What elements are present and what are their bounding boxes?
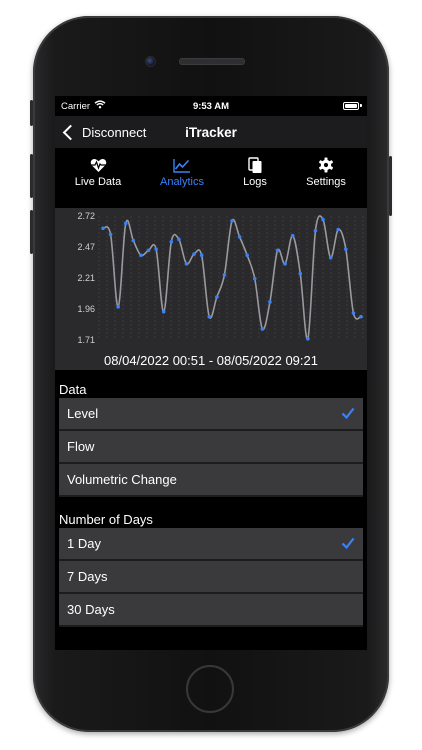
status-bar: Carrier 9:53 AM	[55, 96, 367, 116]
chart-plot: 2.72 2.47 2.21 1.96 1.71	[77, 211, 364, 345]
data-point	[313, 228, 318, 233]
option-7-days[interactable]: 7 Days	[59, 561, 363, 594]
data-point	[184, 262, 189, 266]
tab-settings-label: Settings	[306, 176, 346, 188]
option-volumetric-change-label: Volumetric Change	[67, 472, 177, 487]
data-point	[215, 295, 219, 299]
option-flow-label: Flow	[67, 439, 95, 454]
data-point	[336, 227, 341, 232]
days-section-title: Number of Days	[59, 512, 153, 527]
y-tick-label: 2.72	[77, 211, 95, 221]
data-point	[260, 327, 265, 331]
checkmark-icon	[341, 407, 355, 420]
data-point	[351, 311, 356, 315]
level-chart: 2.72 2.47 2.21 1.96 1.71 08/04/2022 00:51 - …	[55, 208, 367, 370]
document-icon	[216, 156, 294, 174]
data-point	[298, 271, 303, 276]
data-point	[207, 314, 212, 319]
line-chart-icon	[143, 156, 221, 174]
data-point	[245, 253, 249, 258]
y-tick-label: 2.21	[77, 273, 95, 283]
data-point	[161, 309, 166, 314]
data-point	[108, 232, 113, 237]
y-tick-label: 1.71	[77, 335, 95, 345]
navigation-bar: Disconnect iTracker	[55, 116, 367, 148]
option-volumetric-change[interactable]: Volumetric Change	[59, 464, 363, 497]
data-point	[199, 253, 204, 258]
tab-live-data[interactable]: Live Data	[59, 156, 137, 188]
data-point	[230, 219, 234, 223]
data-point	[268, 300, 272, 304]
data-point	[154, 247, 158, 251]
data-options-list: Level Flow Volumetric Change	[59, 398, 363, 497]
option-30-days-label: 30 Days	[67, 602, 115, 617]
data-point	[275, 248, 280, 253]
tab-bar: Live Data Analytics Logs Settings	[55, 148, 367, 204]
data-point	[321, 217, 325, 222]
front-camera	[145, 56, 156, 67]
y-tick-label: 1.96	[77, 304, 95, 314]
status-time: 9:53 AM	[192, 101, 230, 112]
tab-analytics-label: Analytics	[159, 176, 205, 188]
data-point	[139, 253, 143, 258]
volume-up-button	[30, 154, 33, 198]
page-title: iTracker	[185, 125, 237, 140]
mute-switch	[30, 100, 33, 126]
chart-date-range: 08/04/2022 00:51 - 08/05/2022 09:21	[104, 353, 318, 368]
data-point	[306, 336, 310, 341]
option-1-day-label: 1 Day	[67, 536, 101, 551]
data-point	[328, 255, 333, 260]
data-point	[283, 262, 287, 266]
app-screen: Carrier 9:53 AM Disconnect iTracker Live…	[55, 96, 367, 650]
data-point	[290, 233, 295, 238]
data-point	[222, 273, 227, 277]
option-level-label: Level	[67, 406, 99, 421]
data-section-title: Data	[59, 382, 87, 397]
data-point	[123, 221, 128, 226]
checkmark-icon	[341, 537, 355, 550]
data-point	[131, 238, 136, 243]
option-30-days[interactable]: 30 Days	[59, 594, 363, 627]
data-point	[192, 252, 196, 256]
option-7-days-label: 7 Days	[67, 569, 108, 584]
heart-pulse-icon	[59, 156, 137, 174]
y-tick-label: 2.47	[77, 242, 95, 252]
battery-icon	[343, 102, 359, 110]
option-1-day[interactable]: 1 Day	[59, 528, 363, 561]
data-point	[169, 239, 174, 244]
data-point	[101, 226, 105, 231]
option-flow[interactable]: Flow	[59, 431, 363, 464]
days-options-list: 1 Day 7 Days 30 Days	[59, 528, 363, 627]
power-button	[389, 156, 392, 216]
series-line	[102, 215, 362, 340]
tab-settings[interactable]: Settings	[287, 156, 365, 188]
tab-logs-label: Logs	[243, 176, 267, 188]
earpiece-speaker	[179, 58, 245, 65]
option-level[interactable]: Level	[59, 398, 363, 431]
data-point	[237, 235, 242, 239]
tab-analytics[interactable]: Analytics	[143, 156, 221, 188]
gear-icon	[287, 156, 365, 174]
data-point	[252, 276, 257, 281]
tab-live-data-label: Live Data	[74, 176, 122, 188]
data-point	[177, 237, 181, 242]
data-point	[344, 247, 348, 251]
tab-logs[interactable]: Logs	[216, 156, 294, 188]
data-point	[116, 305, 120, 309]
home-button[interactable]	[186, 665, 234, 713]
data-point	[359, 314, 363, 319]
data-point	[146, 248, 151, 253]
volume-down-button	[30, 210, 33, 254]
battery-tip	[360, 104, 362, 107]
